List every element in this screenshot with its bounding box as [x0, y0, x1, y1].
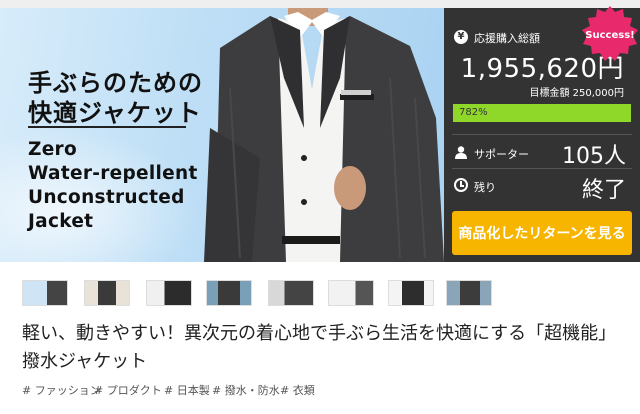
hero-english-line4: Jacket [28, 211, 94, 232]
remaining-value: 終了 [581, 178, 626, 203]
tag-made-in-japan[interactable]: # 日本製 [164, 382, 210, 398]
hero-english-line1: Zero [28, 139, 77, 160]
progress-percent: 782% [459, 107, 488, 118]
top-bar [0, 0, 640, 8]
tag-product[interactable]: # プロダクト [94, 382, 162, 398]
hero-english-line3: Unconstructed [28, 187, 185, 208]
hero-image: 手ぶらのための 快適ジャケット Zero Water-repellent Unc… [0, 8, 444, 262]
supporters-label: サポーター [474, 148, 529, 161]
project-title: 軽い、動きやすい！異次元の着心地で手ぶら生活を快適にする「超機能」撥水ジャケット [22, 323, 617, 372]
remaining-label: 残り [474, 181, 496, 194]
hero-english-line2: Water-repellent [28, 163, 198, 184]
panel-divider [452, 168, 632, 169]
thumbnail-6[interactable] [328, 280, 374, 306]
thumbnail-4[interactable] [206, 280, 252, 306]
tag-clothing[interactable]: # 衣類 [280, 382, 315, 398]
success-badge: Success! [582, 6, 638, 61]
thumbnail-7[interactable] [388, 280, 434, 306]
thumbnail-2[interactable] [84, 280, 130, 306]
panel-divider [452, 134, 632, 135]
tag-fashion[interactable]: # ファッション [22, 382, 101, 398]
yen-icon: ¥ [454, 30, 468, 44]
model-in-jacket-illustration [204, 8, 444, 262]
progress-bar: 782% [453, 104, 631, 122]
tag-water-repellent[interactable]: # 撥水・防水 [212, 382, 280, 398]
clock-icon [454, 178, 468, 192]
hero-divider [28, 126, 186, 128]
supporters-count: 105人 [562, 144, 626, 169]
view-returns-button[interactable]: 商品化したリターンを見る [452, 211, 632, 255]
hero-headline-line2: 快適ジャケット [28, 99, 202, 127]
success-badge-text: Success! [585, 30, 634, 41]
thumbnail-3[interactable] [146, 280, 192, 306]
thumbnail-8[interactable] [446, 280, 492, 306]
thumbnail-5[interactable] [268, 280, 314, 306]
target-amount: 目標金額 250,000円 [529, 88, 624, 99]
raised-label: 応援購入総額 [474, 32, 540, 45]
person-icon [455, 146, 467, 159]
thumbnail-1[interactable] [22, 280, 68, 306]
